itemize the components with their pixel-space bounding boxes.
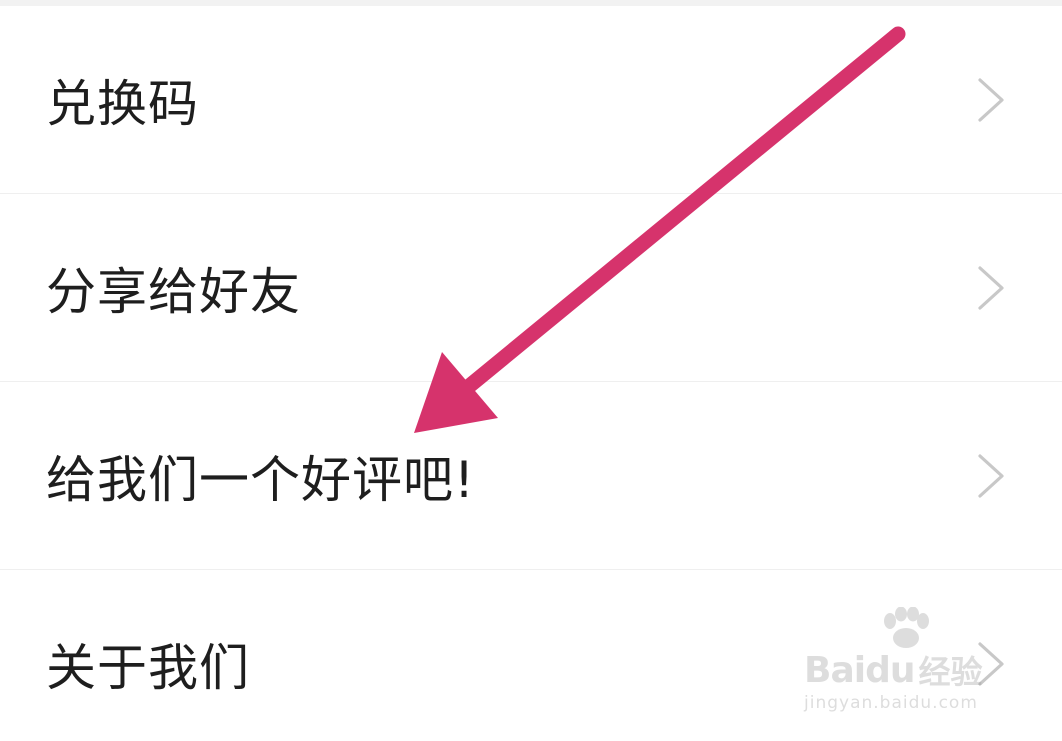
menu-item-rate-us[interactable]: 给我们一个好评吧! [0, 382, 1062, 570]
menu-list: 兑换码 分享给好友 给我们一个好评吧! 关于我们 [0, 6, 1062, 741]
settings-page: 兑换码 分享给好友 给我们一个好评吧! 关于我们 Baidu 经验 jingya… [0, 0, 1062, 741]
menu-item-label: 给我们一个好评吧! [46, 450, 476, 509]
menu-item-label: 兑换码 [46, 74, 199, 133]
menu-item-redeem-code[interactable]: 兑换码 [0, 6, 1062, 194]
menu-item-about-us[interactable]: 关于我们 [0, 570, 1062, 741]
chevron-right-icon [976, 641, 1006, 687]
chevron-right-icon [976, 453, 1006, 499]
menu-item-share-friends[interactable]: 分享给好友 [0, 194, 1062, 382]
menu-item-label: 关于我们 [46, 639, 250, 697]
chevron-right-icon [976, 265, 1006, 311]
menu-item-label: 分享给好友 [46, 262, 301, 321]
chevron-right-icon [976, 77, 1006, 123]
